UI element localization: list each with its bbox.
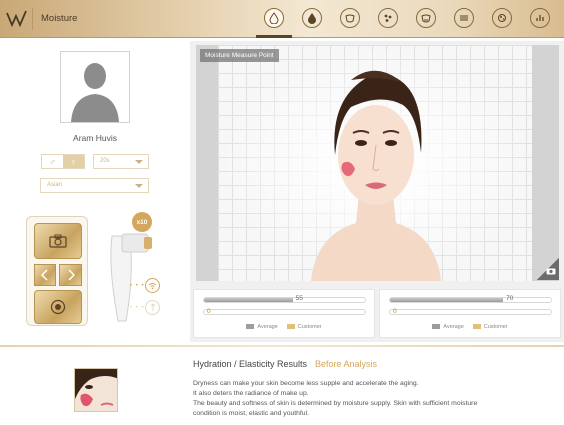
customer-value: 0 bbox=[207, 308, 211, 315]
customer-track bbox=[203, 309, 366, 315]
region-select[interactable]: Asian bbox=[40, 178, 149, 193]
result-thumbnail[interactable] bbox=[74, 368, 118, 412]
face-icon[interactable] bbox=[340, 8, 360, 28]
elasticity-bar-panel: 70 0 Average Customer bbox=[379, 289, 561, 338]
customer-value: 0 bbox=[393, 308, 397, 315]
connection-dots: • • • bbox=[130, 283, 145, 289]
active-tab-indicator bbox=[256, 35, 292, 38]
gender-male-option[interactable]: ♂ bbox=[42, 155, 63, 168]
chart-icon[interactable] bbox=[530, 8, 550, 28]
header-divider bbox=[32, 8, 33, 30]
camera-icon[interactable] bbox=[545, 266, 557, 276]
gender-toggle[interactable]: ♂ ♀ bbox=[41, 154, 85, 169]
logo-icon bbox=[4, 6, 30, 32]
legend: Average Customer bbox=[380, 324, 560, 330]
legend-average: Average bbox=[246, 324, 278, 330]
wifi-icon[interactable] bbox=[145, 278, 160, 293]
user-name: Aram Huvis bbox=[73, 133, 117, 143]
capture-button[interactable] bbox=[34, 223, 82, 259]
results-line: condition is moist, elastic and youthful… bbox=[193, 410, 309, 417]
average-fill bbox=[204, 298, 293, 302]
average-track bbox=[389, 297, 552, 303]
average-value: 70 bbox=[506, 295, 514, 302]
legend-customer: Customer bbox=[286, 324, 322, 330]
customer-track bbox=[389, 309, 552, 315]
camera-icon bbox=[49, 234, 67, 248]
page-title: Moisture bbox=[41, 13, 78, 24]
results-status: Before Analysis bbox=[315, 359, 378, 369]
zoom-badge: x10 bbox=[132, 212, 152, 232]
prev-button[interactable] bbox=[34, 264, 56, 286]
results-line: Dryness can make your skin become less s… bbox=[193, 380, 419, 387]
record-button[interactable] bbox=[34, 290, 82, 324]
chevron-down-icon bbox=[135, 184, 143, 188]
legend: Average Customer bbox=[194, 324, 374, 330]
results-line: The beauty and softness of skin is deter… bbox=[193, 400, 478, 407]
results-line: It also deters the radiance of make up. bbox=[193, 390, 309, 397]
pores-icon[interactable] bbox=[378, 8, 398, 28]
face-color-icon[interactable] bbox=[416, 8, 436, 28]
age-select[interactable]: 20s bbox=[93, 154, 149, 169]
results-description: Dryness can make your skin become less s… bbox=[193, 379, 558, 419]
moisture-outline-icon[interactable] bbox=[264, 8, 284, 28]
viewer-label: Moisture Measure Point bbox=[200, 49, 279, 62]
connection-dots: • • • bbox=[130, 305, 145, 311]
legend-customer: Customer bbox=[472, 324, 508, 330]
region-select-value: Asian bbox=[47, 182, 63, 188]
chevron-down-icon bbox=[135, 160, 143, 164]
average-value: 55 bbox=[295, 295, 303, 302]
app-header: Moisture bbox=[0, 0, 564, 38]
moisture-bar-panel: 55 0 Average Customer bbox=[193, 289, 375, 338]
gender-female-option[interactable]: ♀ bbox=[63, 155, 84, 168]
measure-viewer[interactable] bbox=[196, 45, 559, 281]
lines-icon[interactable] bbox=[454, 8, 474, 28]
chevron-left-icon bbox=[40, 269, 48, 281]
age-select-value: 20s bbox=[100, 158, 110, 164]
spots-icon[interactable] bbox=[492, 8, 512, 28]
usb-icon[interactable] bbox=[145, 300, 160, 315]
average-track bbox=[203, 297, 366, 303]
results-title: Hydration / Elasticity Results bbox=[193, 359, 308, 369]
face-model bbox=[311, 70, 441, 281]
avatar bbox=[60, 51, 130, 123]
moisture-filled-icon[interactable] bbox=[302, 8, 322, 28]
next-button[interactable] bbox=[59, 264, 82, 286]
chevron-right-icon bbox=[67, 269, 75, 281]
average-fill bbox=[390, 298, 503, 302]
record-icon bbox=[50, 299, 66, 315]
section-divider bbox=[0, 345, 564, 347]
legend-average: Average bbox=[432, 324, 464, 330]
